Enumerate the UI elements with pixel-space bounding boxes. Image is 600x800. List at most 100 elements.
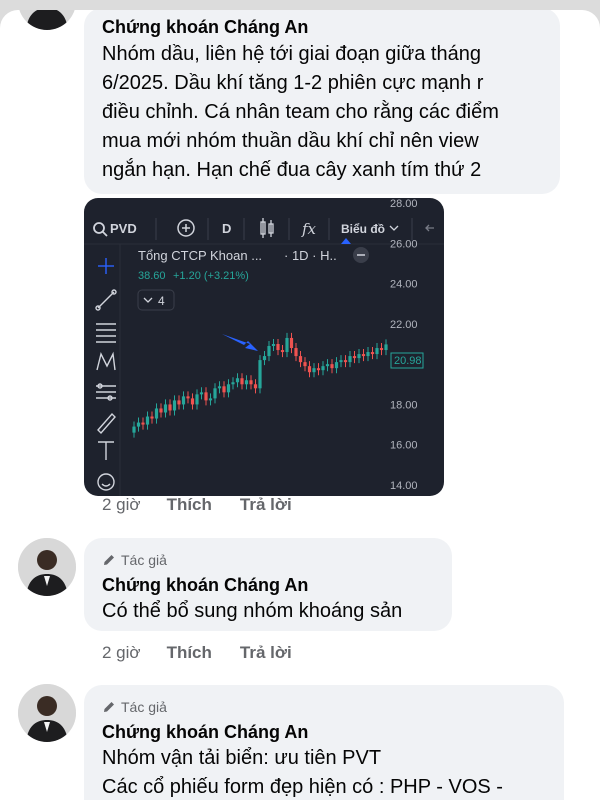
timeline-marker-icon — [341, 238, 351, 244]
candle — [357, 354, 361, 359]
candle — [384, 344, 388, 351]
indicators-button[interactable]: fx — [301, 220, 317, 238]
comment-author[interactable]: Chứng khoán Cháng An — [102, 572, 308, 598]
candle — [289, 337, 294, 349]
arrow-annotation — [222, 334, 258, 351]
candle — [258, 360, 262, 389]
fib-icon[interactable] — [96, 323, 116, 343]
avatar[interactable] — [18, 538, 76, 596]
candle — [321, 366, 325, 371]
price-tick-label: 28.00 — [390, 198, 418, 210]
price-axis: 28.0026.0024.0022.0020.0018.0016.0014.00 — [390, 198, 418, 492]
candle — [343, 360, 348, 363]
candles-icon[interactable] — [260, 218, 274, 238]
comment-author[interactable]: Chứng khoán Cháng An — [102, 14, 308, 40]
search-icon[interactable] — [93, 222, 105, 234]
candle — [276, 344, 280, 351]
comment-bubble: Tác giả Chứng khoán Cháng An Nhóm vận tả… — [84, 685, 564, 800]
candle — [145, 416, 150, 425]
candle — [235, 378, 240, 383]
candle — [348, 356, 352, 363]
like-button[interactable]: Thích — [167, 495, 212, 515]
indicators-collapse-button[interactable] — [137, 289, 175, 311]
candle — [190, 398, 195, 405]
emoji-icon[interactable] — [97, 473, 115, 491]
price-tick-label: 18.00 — [390, 399, 418, 411]
candle — [316, 368, 321, 371]
pencil-icon — [104, 702, 114, 712]
candle — [204, 392, 208, 401]
comment-line: điều chỉnh. Cá nhân team cho rằng các đi… — [102, 101, 499, 123]
comment-line: 6/2025. Dầu khí tăng 1-2 phiên cực mạnh … — [102, 72, 484, 94]
candle — [195, 394, 199, 405]
comment-time: 2 giờ — [102, 643, 141, 662]
crosshair-icon[interactable] — [98, 258, 114, 274]
price-tick-label: 14.00 — [390, 480, 418, 492]
like-button[interactable]: Thích — [167, 643, 212, 663]
last-price: 38.60 — [138, 270, 166, 282]
chart-legend: Tổng CTCP Khoan ... · 1D · H.. 38.60 +1.… — [137, 247, 369, 311]
candle — [231, 382, 235, 385]
candle — [366, 352, 370, 357]
comment-author[interactable]: Chứng khoán Cháng An — [102, 719, 308, 745]
author-badge-label: Tác giả — [121, 699, 167, 715]
candle — [172, 400, 177, 411]
drawing-toolbar — [95, 258, 117, 491]
candle — [253, 384, 258, 389]
trendline-icon[interactable] — [95, 289, 117, 311]
author-badge: Tác giả — [102, 697, 167, 717]
comment-line: mua mới nhóm thuần dầu khí chỉ nên view — [102, 130, 479, 152]
candle — [159, 408, 163, 413]
chevron-down-icon[interactable] — [389, 225, 399, 231]
chart-type-label[interactable]: Biểu đồ — [341, 222, 385, 236]
reply-button[interactable]: Trả lời — [240, 643, 292, 663]
candle — [361, 354, 366, 357]
candle — [267, 346, 271, 357]
interval-button[interactable]: D — [222, 221, 231, 236]
candle — [240, 378, 244, 385]
candle — [249, 380, 253, 385]
comment-line: Các cổ phiếu form đẹp hiện có : PHP - VO… — [102, 776, 503, 798]
candle — [375, 348, 379, 355]
candle — [262, 356, 267, 361]
candle — [213, 388, 217, 399]
candle — [150, 416, 154, 419]
candle — [285, 337, 289, 353]
candle — [298, 356, 303, 363]
candle — [334, 362, 339, 369]
instrument-title[interactable]: Tổng CTCP Khoan ... — [138, 248, 262, 263]
candle — [208, 398, 213, 401]
brush-icon[interactable] — [97, 412, 116, 435]
candle — [181, 396, 186, 405]
undo-icon[interactable] — [425, 224, 434, 232]
candle — [294, 348, 298, 357]
candle — [141, 422, 145, 425]
candle — [132, 426, 136, 433]
candle — [136, 422, 141, 427]
avatar[interactable] — [18, 684, 76, 742]
symbol-label[interactable]: PVD — [110, 221, 137, 236]
measure-icon[interactable] — [96, 383, 116, 401]
candle — [330, 364, 334, 369]
candle — [177, 400, 181, 405]
author-badge: Tác giả — [102, 550, 167, 570]
interval-info: · 1D · H.. — [284, 248, 337, 263]
reply-button[interactable]: Trả lời — [240, 495, 292, 515]
stock-chart: PVD D fx Biểu đồ Tổng CTCP Khoan ... · 1… — [84, 198, 444, 496]
comment-actions: 2 giờ Thích Trả lời — [102, 492, 292, 518]
candle — [199, 392, 204, 395]
comment-text: Nhóm dầu, liên hệ tới giai đoạn giữa thá… — [102, 40, 557, 185]
author-badge-label: Tác giả — [121, 552, 167, 568]
text-tool-icon[interactable] — [98, 441, 114, 460]
chart-attachment-image[interactable]: PVD D fx Biểu đồ Tổng CTCP Khoan ... · 1… — [84, 198, 444, 496]
candles — [132, 332, 388, 438]
comment-time: 2 giờ — [102, 495, 141, 514]
candle — [186, 396, 190, 399]
comment-line: Nhóm dầu, liên hệ tới giai đoạn giữa thá… — [102, 43, 481, 65]
candle — [379, 348, 384, 351]
avatar[interactable] — [18, 10, 76, 30]
price-tick-label: 24.00 — [390, 279, 418, 291]
pencil-icon — [104, 555, 114, 565]
candle — [325, 364, 330, 367]
pattern-icon[interactable] — [96, 351, 116, 371]
